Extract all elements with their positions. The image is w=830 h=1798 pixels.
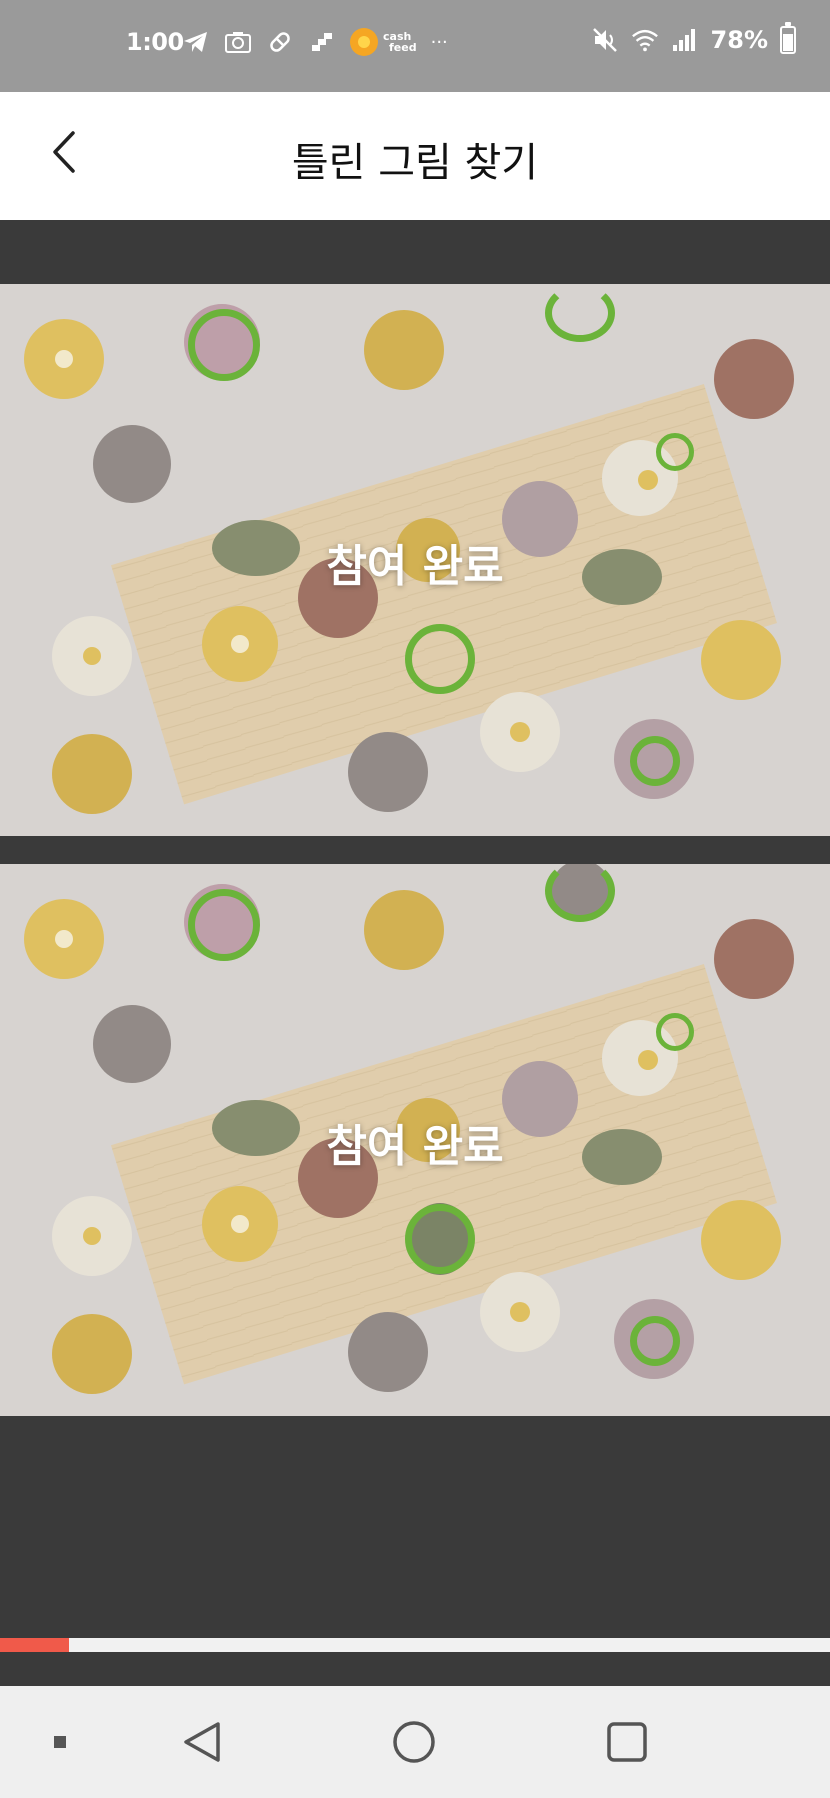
found-marker [630, 736, 680, 786]
progress-bar [0, 1638, 830, 1652]
notification-icons: cash feed ··· [182, 28, 448, 56]
found-marker [656, 433, 694, 471]
stairs-icon [308, 28, 336, 56]
found-marker [630, 1316, 680, 1366]
camera-icon [224, 28, 252, 56]
square-icon [605, 1720, 649, 1768]
puzzle-image-top[interactable]: 참여 완료 [0, 284, 830, 836]
signal-icon [671, 26, 699, 54]
participation-complete-label: 참여 완료 [326, 541, 504, 592]
cashfeed-coin-icon [350, 28, 378, 56]
found-marker [188, 309, 260, 381]
wifi-icon [631, 26, 659, 54]
found-marker [656, 1013, 694, 1051]
mute-icon [591, 26, 619, 54]
cashfeed-icon: cash feed [350, 28, 417, 56]
puzzle-image-bottom[interactable]: 참여 완료 [0, 864, 830, 1416]
status-bar: 1:00 cash feed ··· 78% [0, 0, 830, 92]
pill-icon [266, 28, 294, 56]
battery-percent: 78% [710, 26, 768, 54]
page-title: 틀린 그림 찾기 [291, 140, 539, 186]
nav-back-button[interactable] [172, 1714, 232, 1774]
found-marker [405, 1204, 475, 1274]
game-area: 참여 완료 참여 완료 [0, 220, 830, 1686]
status-time: 1:00 [126, 28, 184, 56]
nav-home-button[interactable] [384, 1714, 444, 1774]
system-icons: 78% [591, 22, 796, 54]
found-marker [188, 889, 260, 961]
telegram-icon [182, 28, 210, 56]
nav-recents-button[interactable] [597, 1714, 657, 1774]
found-marker [405, 624, 475, 694]
app-header: 틀린 그림 찾기 [0, 92, 830, 220]
nav-extra-button[interactable] [30, 1714, 90, 1774]
circle-icon [391, 1719, 437, 1769]
participation-complete-label: 참여 완료 [326, 1121, 504, 1172]
progress-fill [0, 1638, 69, 1652]
battery-icon [780, 22, 796, 54]
system-nav-bar [0, 1686, 830, 1798]
found-marker [545, 284, 615, 342]
cashfeed-label-2: feed [389, 41, 417, 54]
small-square-icon [52, 1734, 68, 1754]
triangle-left-icon [180, 1718, 224, 1770]
more-notifications-icon: ··· [430, 31, 448, 53]
